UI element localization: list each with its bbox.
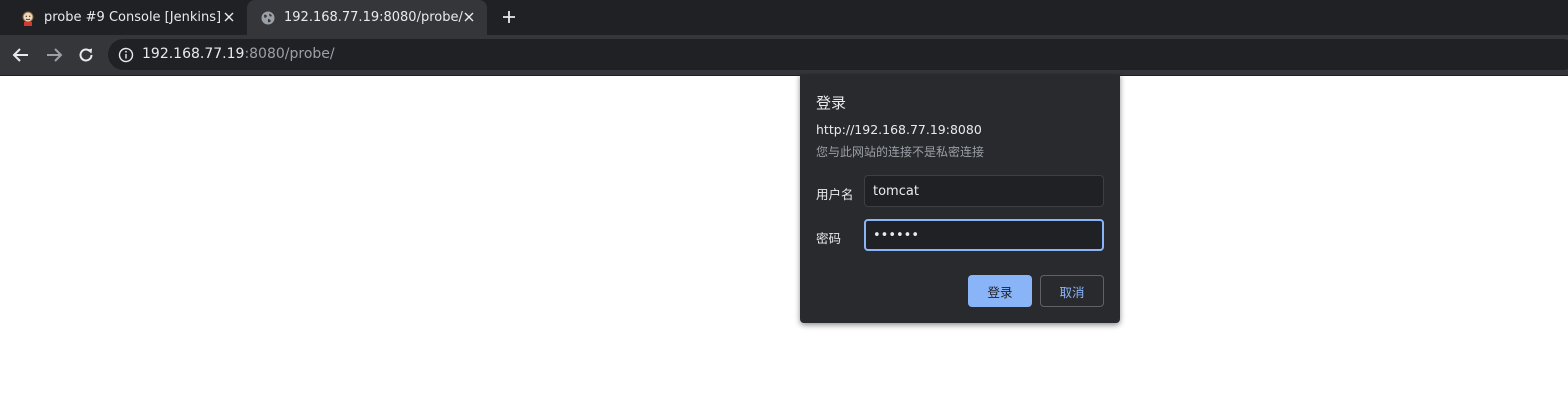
arrow-right-icon [47,48,63,62]
url-host: 192.168.77.19 [142,46,245,62]
dialog-title: 登录 [816,94,847,112]
globe-icon [260,10,276,26]
back-button[interactable] [9,43,33,67]
tab-strip: probe #9 Console [Jenkins] 192.168.77.19… [0,0,1568,35]
url-path: :8080/probe/ [244,46,335,62]
password-label: 密码 [816,231,842,246]
connection-warning: 您与此网站的连接不是私密连接 [816,145,985,159]
tab-probe[interactable]: 192.168.77.19:8080/probe/ [247,0,487,35]
forward-button[interactable] [42,43,66,67]
tab-title: probe #9 Console [Jenkins] [44,10,222,25]
tab-jenkins-console[interactable]: probe #9 Console [Jenkins] [0,0,247,35]
username-label: 用户名 [816,187,854,202]
reload-icon [79,48,93,62]
new-tab-button[interactable] [499,7,519,27]
arrow-left-icon [12,48,28,62]
sign-in-button[interactable]: 登录 [968,275,1032,307]
close-tab-icon[interactable] [221,9,237,25]
browser-toolbar: 192.168.77.19:8080/probe/ [0,35,1568,76]
cancel-button[interactable]: 取消 [1040,275,1104,307]
info-icon[interactable] [118,47,134,63]
plus-icon [503,11,515,23]
dialog-origin: http://192.168.77.19:8080 [816,122,982,137]
login-dialog: 登录 http://192.168.77.19:8080 您与此网站的连接不是私… [800,74,1120,323]
url-text: 192.168.77.19:8080/probe/ [142,46,335,62]
username-field[interactable] [864,175,1104,207]
tab-title: 192.168.77.19:8080/probe/ [284,10,463,25]
close-tab-icon[interactable] [461,9,477,25]
reload-button[interactable] [74,43,98,67]
password-field[interactable] [864,219,1104,251]
jenkins-icon [20,10,36,26]
page-content [0,76,1568,414]
address-bar[interactable]: 192.168.77.19:8080/probe/ [108,39,1568,70]
